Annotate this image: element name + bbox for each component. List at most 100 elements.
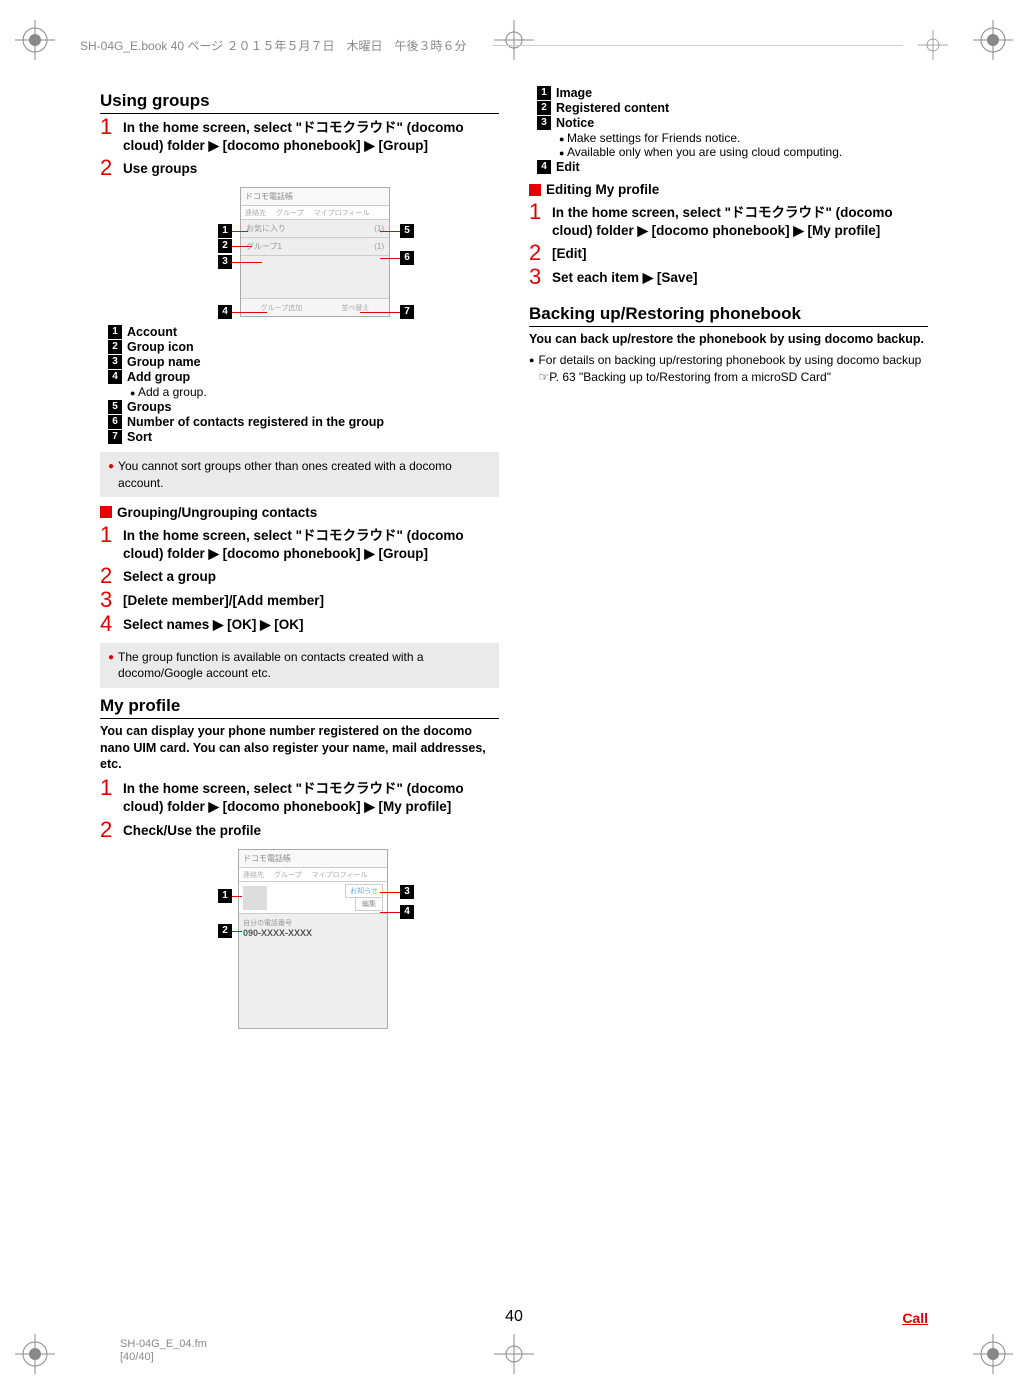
legend-number: 1 <box>537 86 551 100</box>
step-text: [Edit] <box>552 242 928 263</box>
section-link-call[interactable]: Call <box>902 1310 928 1326</box>
step-text: In the home screen, select "ドコモクラウド" (do… <box>123 524 499 563</box>
screenshot-groups: ドコモ電話帳 連絡先 グループ マイプロフィール お気に入り(1) グループ1(… <box>100 187 499 317</box>
footer-metadata: SH-04G_E_04.fm [40/40] <box>120 1338 207 1364</box>
step-text: In the home screen, select "ドコモクラウド" (do… <box>123 116 499 155</box>
step-number: 3 <box>529 266 544 288</box>
legend-sub: Add a group. <box>130 385 499 399</box>
legend-label: Notice <box>556 116 594 130</box>
step-number: 3 <box>100 589 115 611</box>
step-number: 4 <box>100 613 115 635</box>
legend-item: 3 Group name <box>108 355 499 369</box>
legend-item: 1Account <box>108 325 499 339</box>
legend-label: Registered content <box>556 101 669 115</box>
section-backup: Backing up/Restoring phonebook <box>529 304 928 327</box>
legend-item: 4 Add group <box>108 370 499 384</box>
legend-list: 1 Image 2 Registered content 3 NoticeMake set… <box>529 86 928 174</box>
step-number: 1 <box>100 777 115 799</box>
legend-item: 4Edit <box>537 160 928 174</box>
ss-tab: グループ <box>274 870 302 879</box>
profile-image-placeholder <box>243 886 267 910</box>
legend-number: 6 <box>108 415 122 429</box>
callout-6: 6 <box>400 251 414 265</box>
ss-tab: 連絡先 <box>243 870 264 879</box>
legend-sub: Available only when you are using cloud … <box>559 145 928 159</box>
crop-mark-icon <box>15 20 55 60</box>
legend-number: 7 <box>108 430 122 444</box>
section-using-groups: Using groups <box>100 91 499 114</box>
book-info: SH-04G_E.book 40 ページ ２０１５年５月７日 木曜日 午後３時６… <box>80 37 467 54</box>
left-column: Using groups 1 In the home screen, select… <box>100 85 499 1284</box>
legend-list: 1Account2 Group icon 3 Group name 4 Add group… <box>100 325 499 444</box>
step-text: Check/Use the profile <box>123 819 499 840</box>
legend-label: Add group <box>127 370 190 384</box>
step-text: [Delete member]/[Add member] <box>123 589 499 610</box>
crop-mark-icon <box>15 1334 55 1374</box>
legend-number: 3 <box>537 116 551 130</box>
section-my-profile: My profile <box>100 696 499 719</box>
note-box: You cannot sort groups other than ones c… <box>100 452 499 496</box>
ss-add-group: グループ追加 <box>261 303 303 313</box>
ss-tab: マイプロフィール <box>314 208 370 217</box>
ss-sort: 並べ替え <box>341 303 369 313</box>
ss-group-count: (1) <box>374 242 384 251</box>
legend-label: Sort <box>127 430 152 444</box>
callout-3: 3 <box>218 255 232 269</box>
subheading-grouping: Grouping/Ungrouping contacts <box>100 505 499 520</box>
step-number: 2 <box>100 565 115 587</box>
notice-button: お知らせ <box>345 884 383 898</box>
callout-1: 1 <box>218 224 232 238</box>
legend-label: Image <box>556 86 592 100</box>
legend-item: 2 Group icon <box>108 340 499 354</box>
legend-label: Groups <box>127 400 171 414</box>
ss-app-title: ドコモ電話帳 <box>241 188 389 206</box>
legend-item: 2 Registered content <box>537 101 928 115</box>
ss-tab: マイプロフィール <box>312 870 368 879</box>
callout-4: 4 <box>218 305 232 319</box>
callout-3: 3 <box>400 885 414 899</box>
legend-number: 4 <box>537 160 551 174</box>
step-number: 2 <box>100 819 115 841</box>
note-text: The group function is available on conta… <box>118 649 491 681</box>
ss-app-title: ドコモ電話帳 <box>239 850 387 868</box>
section-description: You can display your phone number regist… <box>100 723 499 774</box>
step-text: Set each item ▶ [Save] <box>552 266 928 287</box>
step-text: In the home screen, select "ドコモクラウド" (do… <box>123 777 499 816</box>
legend-label: Group icon <box>127 340 194 354</box>
section-description: You can back up/restore the phonebook by… <box>529 331 928 348</box>
callout-2: 2 <box>218 239 232 253</box>
callout-2: 2 <box>218 924 232 938</box>
body-bullet: For details on backing up/restoring phon… <box>529 352 928 384</box>
crop-mark-icon <box>918 30 948 60</box>
crop-mark-icon <box>494 1334 534 1374</box>
note-text: You cannot sort groups other than ones c… <box>118 458 491 490</box>
ss-tab: 連絡先 <box>245 208 266 217</box>
legend-label: Group name <box>127 355 201 369</box>
callout-1: 1 <box>218 889 232 903</box>
crop-mark-icon <box>973 20 1013 60</box>
legend-item: 7 Sort <box>108 430 499 444</box>
step-number: 1 <box>100 116 115 138</box>
ss-group-label: お気に入り <box>246 223 286 234</box>
callout-7: 7 <box>400 305 414 319</box>
legend-number: 2 <box>108 340 122 354</box>
legend-number: 5 <box>108 400 122 414</box>
legend-number: 3 <box>108 355 122 369</box>
print-header: SH-04G_E.book 40 ページ ２０１５年５月７日 木曜日 午後３時６… <box>80 30 948 60</box>
step-text: Use groups <box>123 157 499 178</box>
step-number: 1 <box>529 201 544 223</box>
note-box: The group function is available on conta… <box>100 643 499 687</box>
crop-mark-icon <box>973 1334 1013 1374</box>
right-column: 1 Image 2 Registered content 3 NoticeMake set… <box>529 85 928 1284</box>
step-number: 1 <box>100 524 115 546</box>
legend-item: 6Number of contacts registered in the gr… <box>108 415 499 429</box>
step-number: 2 <box>529 242 544 264</box>
subheading-editing-profile: Editing My profile <box>529 182 928 197</box>
legend-sub: Make settings for Friends notice. <box>559 131 928 145</box>
step-text: Select a group <box>123 565 499 586</box>
legend-number: 4 <box>108 370 122 384</box>
legend-number: 2 <box>537 101 551 115</box>
screenshot-my-profile: ドコモ電話帳 連絡先 グループ マイプロフィール お知らせ 編集 自分の電話番号… <box>100 849 499 1029</box>
step-text: In the home screen, select "ドコモクラウド" (do… <box>552 201 928 240</box>
callout-5: 5 <box>400 224 414 238</box>
